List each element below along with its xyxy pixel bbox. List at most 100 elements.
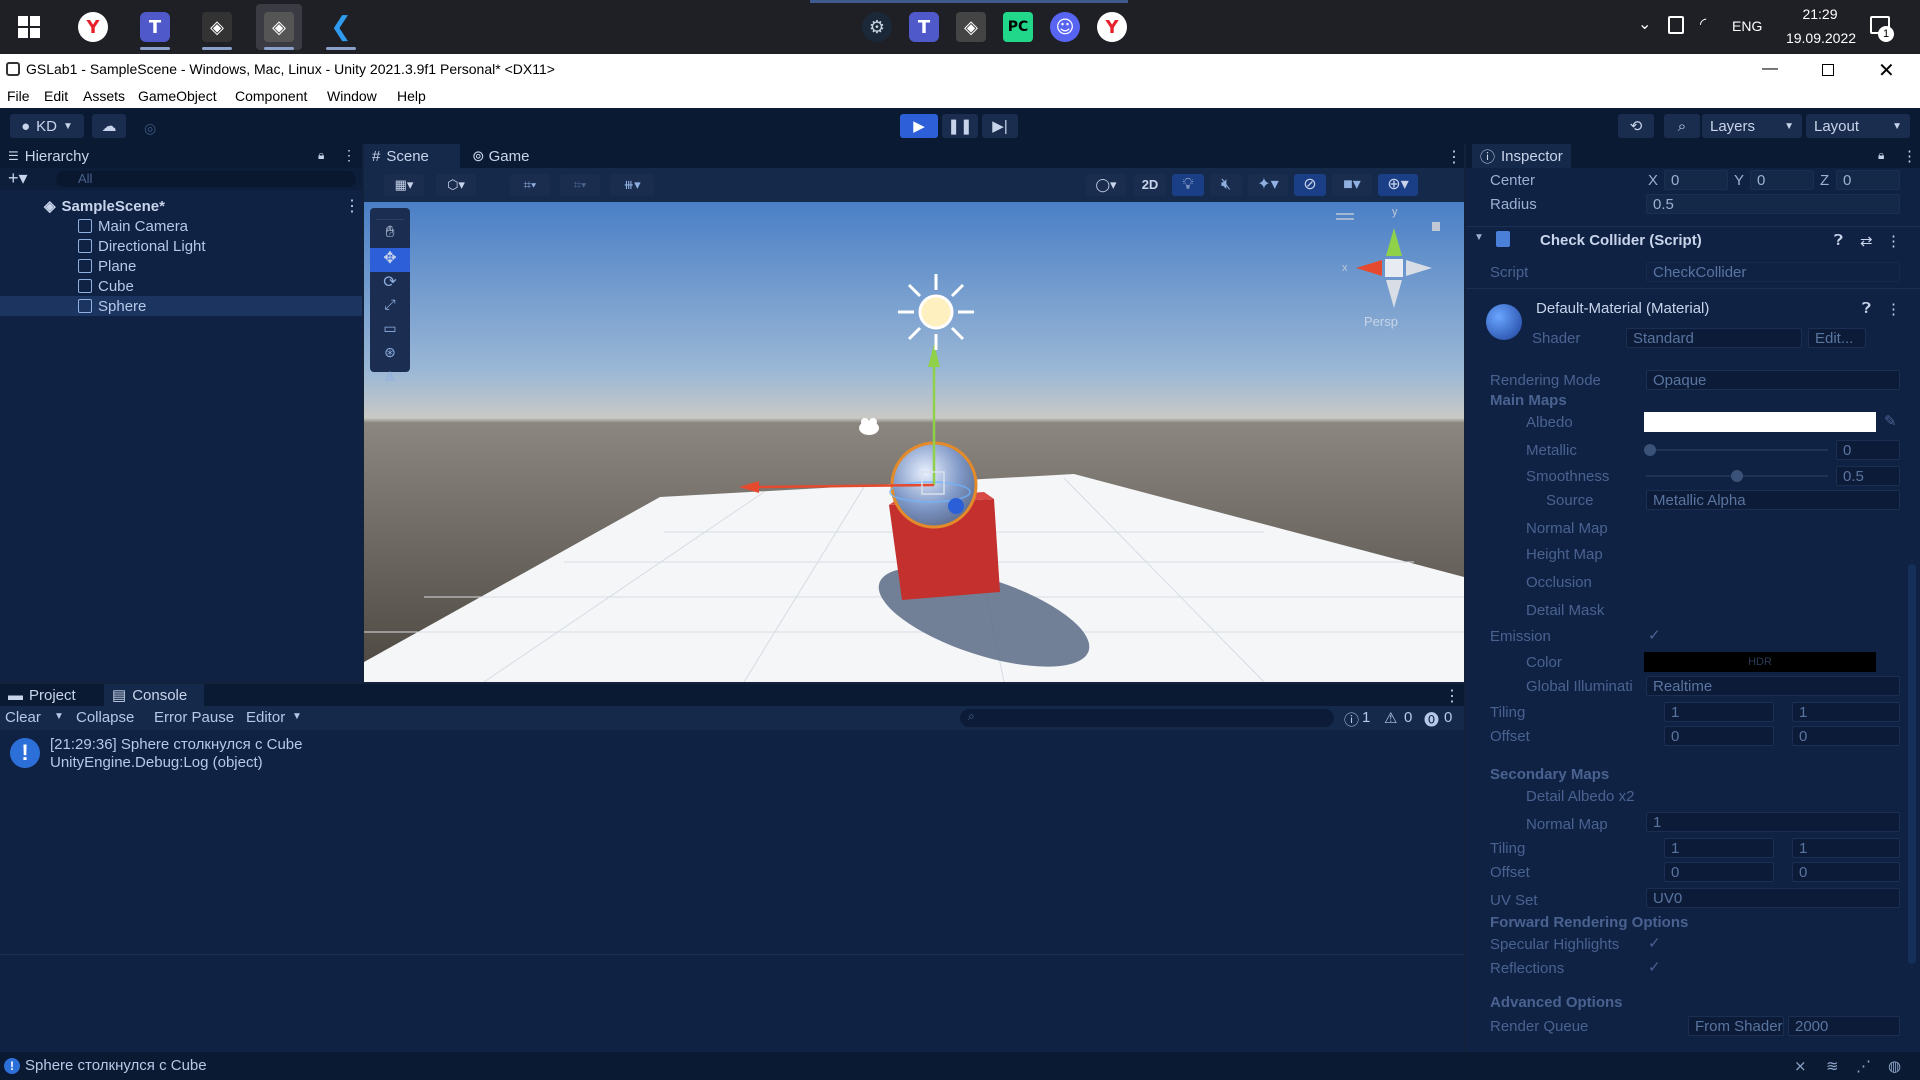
smoothness-slider-thumb[interactable] [1731, 470, 1743, 482]
taskbar-unity-editor[interactable]: ◈ [256, 4, 302, 50]
hierarchy-item-sphere[interactable]: Sphere [0, 296, 362, 316]
toggle-2d-button[interactable]: 2D [1134, 174, 1166, 196]
scale-tool-icon[interactable]: ⤢ [370, 296, 410, 320]
step-button[interactable]: ▶| [982, 114, 1018, 138]
taskbar-yandex[interactable]: Y [1089, 4, 1135, 50]
network-icon[interactable]: ⨯ [1794, 1057, 1807, 1075]
more-icon[interactable]: ⋮ [1902, 147, 1917, 165]
clock-time[interactable]: 21:29 [1790, 6, 1850, 22]
scene-root[interactable]: ◈ SampleScene* [0, 196, 362, 216]
transform-tool-icon[interactable]: ⊛ [370, 344, 410, 368]
tab-console[interactable]: ▤ Console [104, 684, 204, 706]
layout-dropdown[interactable]: Layout ▼ [1806, 114, 1910, 138]
tiling-x-field[interactable]: 1 [1664, 702, 1774, 722]
secondary-offset-y-field[interactable]: 0 [1792, 862, 1900, 882]
taskbar-teams[interactable]: T [132, 4, 178, 50]
snap-dropdown[interactable]: ⌗▾ [510, 174, 550, 196]
pause-button[interactable]: ❚❚ [942, 114, 978, 138]
global-illum-dropdown[interactable]: Realtime [1646, 676, 1900, 696]
cloud-button[interactable]: ☁ [92, 114, 126, 138]
secondary-normal-value-field[interactable]: 1 [1646, 812, 1900, 832]
source-dropdown[interactable]: Metallic Alpha [1646, 490, 1900, 510]
editor-dropdown[interactable]: Editor [246, 709, 285, 726]
layers-status-icon[interactable]: ≋ [1826, 1057, 1839, 1075]
center-x-field[interactable]: 0 [1664, 170, 1728, 190]
script-field[interactable]: CheckCollider [1646, 262, 1900, 282]
effects-dropdown[interactable]: ✦▾ [1248, 174, 1288, 196]
menu-help[interactable]: Help [397, 88, 426, 104]
menu-assets[interactable]: Assets [83, 88, 125, 104]
taskbar-discord[interactable]: ☺ [1042, 4, 1088, 50]
gizmos-dropdown[interactable]: ⊕▾ [1378, 174, 1418, 196]
chevron-up-icon[interactable]: ⌄ [1638, 14, 1651, 34]
search-button[interactable]: ⌕ [1664, 114, 1700, 138]
lock-icon[interactable]: 🔒︎ [318, 148, 324, 163]
clear-options-icon[interactable]: ▼ [54, 711, 64, 722]
secondary-tiling-x-field[interactable]: 1 [1664, 838, 1774, 858]
lock-icon[interactable]: 🔒︎ [1878, 148, 1884, 163]
cache-icon[interactable]: ⋰ [1856, 1057, 1871, 1075]
progress-icon[interactable]: ◍ [1888, 1057, 1901, 1075]
metallic-value-field[interactable]: 0 [1836, 440, 1900, 460]
shading-dropdown[interactable]: ⬡▾ [436, 174, 476, 196]
secondary-tiling-y-field[interactable]: 1 [1792, 838, 1900, 858]
tiling-y-field[interactable]: 1 [1792, 702, 1900, 722]
language-indicator[interactable]: ENG [1732, 18, 1762, 34]
hierarchy-search-input[interactable]: All [56, 171, 356, 187]
clock-date[interactable]: 19.09.2022 [1776, 30, 1866, 46]
lighting-toggle-icon[interactable]: 💡︎ [1172, 174, 1204, 196]
taskbar-pycharm[interactable]: PC [995, 4, 1041, 50]
collab-icon[interactable]: ◎ [144, 120, 156, 137]
tab-scene[interactable]: # Scene [364, 144, 460, 168]
uv-set-dropdown[interactable]: UV0 [1646, 888, 1900, 908]
rect-tool-icon[interactable]: ▭ [370, 320, 410, 344]
hierarchy-item-plane[interactable]: Plane [0, 256, 362, 276]
collapse-button[interactable]: Collapse [76, 709, 134, 726]
rendering-mode-dropdown[interactable]: Opaque [1646, 370, 1900, 390]
albedo-color-swatch[interactable] [1644, 412, 1876, 432]
error-icon[interactable]: ⓿ [1424, 709, 1439, 730]
device-icon[interactable] [1668, 16, 1684, 34]
console-entry[interactable]: ! [21:29:36] Sphere столкнулся с Cube Un… [0, 734, 1464, 774]
play-button[interactable]: ▶ [900, 114, 938, 138]
move-tool-icon[interactable]: ✥ [370, 248, 410, 272]
foldout-arrow-icon[interactable]: ▼ [1474, 232, 1484, 243]
shader-edit-button[interactable]: Edit... [1808, 328, 1866, 348]
persp-label[interactable]: Persp [1364, 314, 1398, 329]
emission-color-swatch[interactable]: HDR [1644, 652, 1876, 672]
hierarchy-item-directional-light[interactable]: Directional Light [0, 236, 362, 256]
history-button[interactable]: ⟲ [1618, 114, 1654, 138]
taskbar-vscode[interactable]: ❮ [318, 4, 364, 50]
custom-tool-icon[interactable]: ⟁ [370, 368, 410, 392]
offset-y-field[interactable]: 0 [1792, 726, 1900, 746]
hand-tool-icon[interactable]: ✋︎ [370, 224, 410, 248]
minimize-icon[interactable]: — [1762, 60, 1778, 78]
help-icon[interactable]: ❓︎ [1862, 300, 1871, 317]
draw-mode-dropdown[interactable]: ▦▾ [384, 174, 424, 196]
preset-icon[interactable]: ⇄ [1860, 232, 1873, 250]
increment-snap-dropdown[interactable]: ⧻▾ [610, 174, 654, 196]
gizmo-lock-icon[interactable] [1432, 222, 1440, 231]
taskbar-unity[interactable]: ◈ [948, 4, 994, 50]
tool-palette-handle[interactable] [376, 212, 404, 220]
shader-dropdown[interactable]: Standard [1626, 328, 1802, 348]
maximize-icon[interactable] [1822, 64, 1834, 76]
menu-component[interactable]: Component [235, 88, 307, 104]
menu-window[interactable]: Window [327, 88, 377, 104]
directional-light-gizmo[interactable] [898, 274, 974, 350]
hierarchy-item-main-camera[interactable]: Main Camera [0, 216, 362, 236]
tab-game[interactable]: ⊚ Game [464, 144, 537, 168]
scene-more-icon[interactable]: ⋮ [344, 196, 360, 216]
reflections-checkbox[interactable]: ✓ [1648, 958, 1661, 976]
info-count-icon[interactable]: ⓘ [1344, 709, 1359, 730]
eyedropper-icon[interactable]: ✎ [1884, 412, 1897, 430]
clear-button[interactable]: Clear [5, 709, 41, 726]
inspector-scrollbar[interactable] [1908, 564, 1916, 964]
more-icon[interactable]: ⋮ [1444, 686, 1460, 706]
console-detail-divider[interactable] [0, 954, 1464, 955]
secondary-offset-x-field[interactable]: 0 [1664, 862, 1774, 882]
status-message[interactable]: Sphere столкнулся с Cube [25, 1057, 207, 1074]
console-search-input[interactable]: ⌕ [960, 709, 1334, 727]
add-button[interactable]: +▾ [8, 168, 28, 189]
rotate-tool-icon[interactable]: ⟳ [370, 272, 410, 296]
